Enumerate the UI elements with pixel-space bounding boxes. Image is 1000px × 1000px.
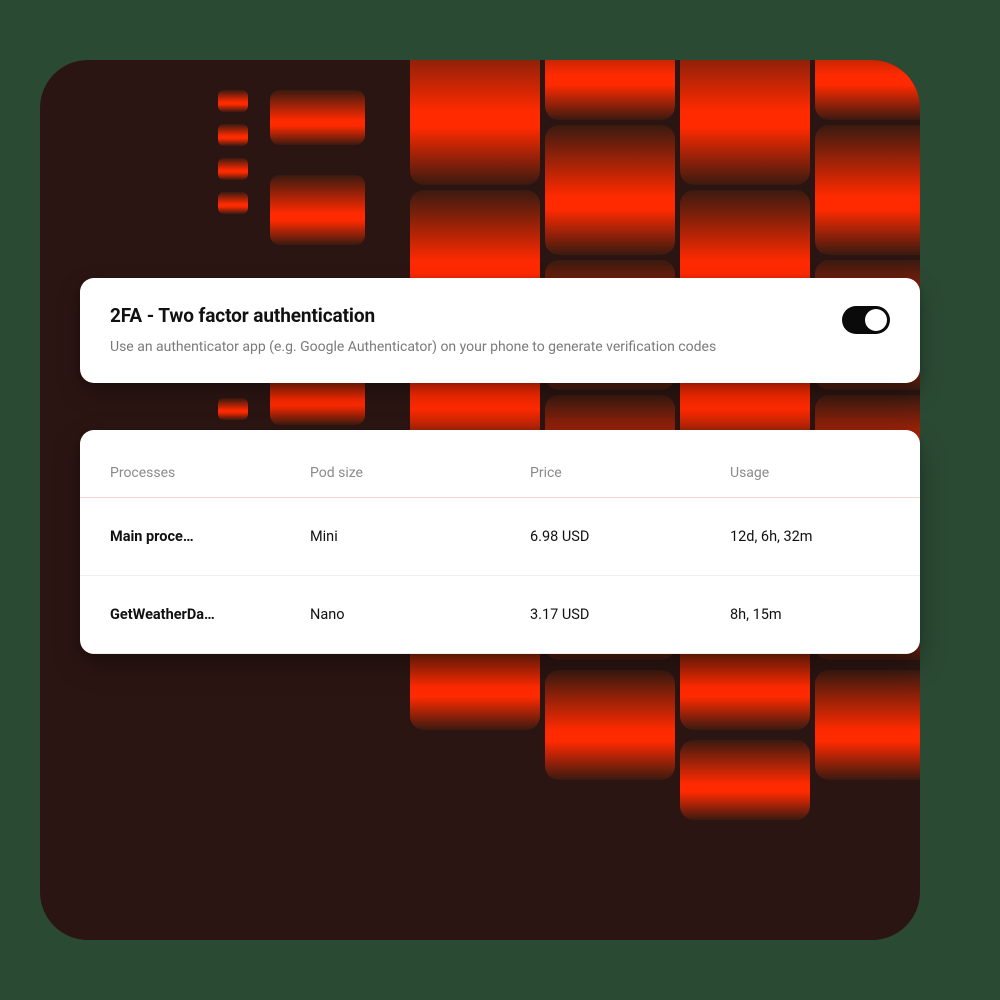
toggle-knob	[865, 309, 887, 331]
cell-usage: 12d, 6h, 32m	[730, 528, 890, 545]
two-factor-toggle[interactable]	[842, 306, 890, 334]
table-row[interactable]: GetWeatherDa… Nano 3.17 USD 8h, 15m	[80, 576, 920, 654]
col-header-usage: Usage	[730, 465, 890, 481]
table-header-row: Processes Pod size Price Usage	[80, 448, 920, 498]
col-header-processes: Processes	[110, 465, 310, 481]
two-factor-auth-card: 2FA - Two factor authentication Use an a…	[80, 278, 920, 383]
col-header-pod-size: Pod size	[310, 465, 530, 481]
cell-usage: 8h, 15m	[730, 606, 890, 623]
cell-process-name: Main proce…	[110, 528, 270, 545]
two-factor-description: Use an authenticator app (e.g. Google Au…	[110, 337, 750, 357]
cell-process-name: GetWeatherDa…	[110, 606, 270, 623]
cell-price: 6.98 USD	[530, 528, 730, 545]
processes-table-card: Processes Pod size Price Usage Main proc…	[80, 430, 920, 654]
cell-price: 3.17 USD	[530, 606, 730, 623]
table-row[interactable]: Main proce… Mini 6.98 USD 12d, 6h, 32m	[80, 498, 920, 576]
cell-pod-size: Nano	[310, 606, 530, 623]
cell-pod-size: Mini	[310, 528, 530, 545]
col-header-price: Price	[530, 465, 730, 481]
two-factor-title: 2FA - Two factor authentication	[110, 304, 818, 327]
